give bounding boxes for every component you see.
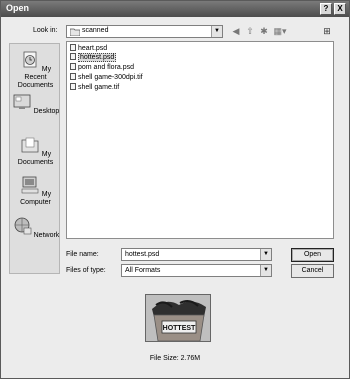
cancel-button[interactable]: Cancel xyxy=(291,264,334,278)
image-file-icon xyxy=(70,44,76,51)
title-bar[interactable]: Open ? X xyxy=(1,1,349,17)
places-bar: My Recent Documents Desktop My Documents xyxy=(9,43,60,274)
chevron-down-icon[interactable]: ▼ xyxy=(211,26,222,37)
files-of-type-value: All Formats xyxy=(125,267,161,274)
list-item-selected[interactable]: hottest.psd xyxy=(70,53,117,62)
look-in-value: scanned xyxy=(82,27,109,34)
image-file-icon xyxy=(70,73,76,80)
up-folder-icon[interactable]: ⇧ xyxy=(244,25,256,37)
views-menu-icon[interactable]: ▦▾ xyxy=(272,25,288,37)
my-documents-icon xyxy=(21,137,39,153)
add-to-favorites-icon[interactable]: ⊞ xyxy=(321,25,333,37)
file-name-label: File name: xyxy=(66,251,99,258)
place-label: My Recent Documents xyxy=(17,66,54,89)
chevron-down-icon[interactable]: ▼ xyxy=(260,265,271,276)
place-recent-documents[interactable]: My Recent Documents xyxy=(10,51,61,90)
network-icon xyxy=(14,217,31,235)
place-my-documents[interactable]: My Documents xyxy=(10,136,61,167)
back-icon[interactable]: ◀ xyxy=(230,25,242,37)
list-item[interactable]: pom and flora.psd xyxy=(70,63,134,72)
help-button[interactable]: ? xyxy=(320,3,332,15)
chevron-down-icon[interactable]: ▼ xyxy=(260,249,271,260)
new-folder-icon[interactable]: ✱ xyxy=(258,25,270,37)
dialog-title: Open xyxy=(6,3,30,13)
open-dialog: Open ? X Look in: scanned ▼ ◀ ⇧ ✱ ▦▾ ⊞ M… xyxy=(0,0,350,379)
list-item[interactable]: heart.psd xyxy=(70,44,107,53)
list-item[interactable]: shell game.tif xyxy=(70,83,119,92)
look-in-dropdown[interactable]: scanned ▼ xyxy=(66,25,223,38)
preview-sign-text: HOTTEST xyxy=(163,325,196,332)
image-file-icon xyxy=(70,83,76,90)
close-button[interactable]: X xyxy=(334,3,346,15)
desktop-icon xyxy=(13,94,31,109)
place-label: Network xyxy=(33,232,60,239)
my-computer-icon xyxy=(21,176,39,194)
preview-thumbnail: HOTTEST xyxy=(145,294,211,342)
place-label: Desktop xyxy=(33,108,60,115)
place-network[interactable]: Network xyxy=(10,217,61,240)
files-of-type-dropdown[interactable]: All Formats ▼ xyxy=(121,264,272,277)
files-of-type-label: Files of type: xyxy=(66,267,106,274)
image-file-icon xyxy=(70,53,76,60)
open-button[interactable]: Open xyxy=(291,248,334,262)
file-name-value: hottest.psd xyxy=(125,251,160,258)
place-desktop[interactable]: Desktop xyxy=(10,93,61,116)
recent-documents-icon xyxy=(23,51,37,68)
file-size-label: File Size: 2.76M xyxy=(149,355,201,362)
file-name-input[interactable]: hottest.psd ▼ xyxy=(121,248,272,261)
look-in-label: Look in: xyxy=(33,27,58,34)
place-my-computer[interactable]: My Computer xyxy=(10,176,61,207)
folder-icon xyxy=(70,28,80,36)
image-file-icon xyxy=(70,63,76,70)
chili-basket-image: HOTTEST xyxy=(146,295,210,341)
file-list[interactable]: heart.psd hottest.psd pom and flora.psd … xyxy=(66,41,334,239)
list-item[interactable]: shell game-300dpi.tif xyxy=(70,73,143,82)
